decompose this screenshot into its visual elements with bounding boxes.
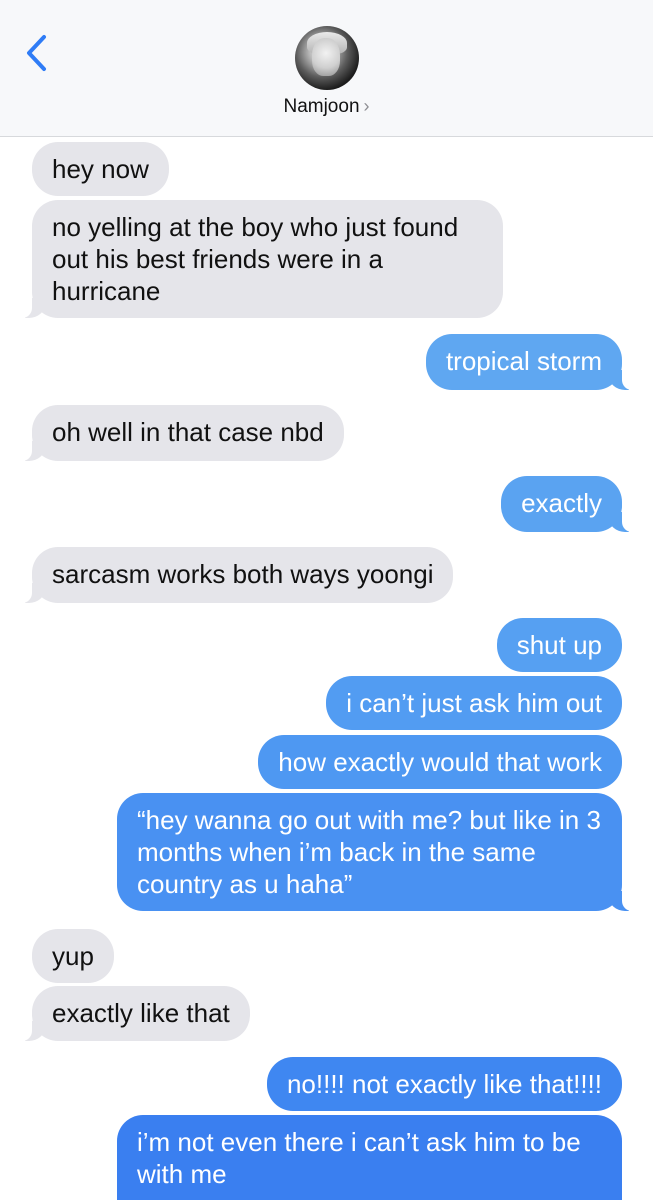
- message-text: i’m not even there i can’t ask him to be…: [137, 1127, 581, 1189]
- message-text: no!!!! not exactly like that!!!!: [286, 1069, 602, 1099]
- message-bubble-outgoing[interactable]: no!!!! not exactly like that!!!!: [266, 1057, 622, 1111]
- message-text: i can’t just ask him out: [346, 688, 602, 718]
- message-text: no yelling at the boy who just found out…: [52, 212, 459, 306]
- message-text: oh well in that case nbd: [52, 417, 324, 447]
- message-bubble-incoming[interactable]: no yelling at the boy who just found out…: [6, 200, 503, 318]
- message-bubble-outgoing[interactable]: i’m not even there i can’t ask him to be…: [117, 1115, 622, 1200]
- message-text: yup: [52, 941, 94, 971]
- message-bubble-incoming[interactable]: sarcasm works both ways yoongi: [5, 547, 454, 603]
- message-text: exactly: [521, 488, 602, 518]
- message-text: “hey wanna go out with me? but like in 3…: [137, 805, 601, 899]
- chevron-left-icon: [27, 35, 46, 71]
- message-text: how exactly would that work: [278, 747, 602, 777]
- contact-avatar[interactable]: [295, 26, 359, 90]
- message-text: sarcasm works both ways yoongi: [52, 559, 434, 589]
- message-bubble-outgoing[interactable]: tropical storm: [425, 334, 649, 390]
- message-text: exactly like that: [52, 998, 230, 1028]
- contact-name-button[interactable]: Namjoon ›: [0, 96, 653, 118]
- message-bubble-outgoing[interactable]: i can’t just ask him out: [326, 676, 622, 730]
- message-bubble-outgoing[interactable]: “hey wanna go out with me? but like in 3…: [117, 793, 648, 911]
- message-text: shut up: [516, 630, 602, 660]
- message-text: tropical storm: [445, 346, 602, 376]
- conversation-header: Namjoon ›: [0, 0, 653, 137]
- message-bubble-outgoing[interactable]: exactly: [501, 476, 648, 532]
- message-bubble-incoming[interactable]: exactly like that: [6, 986, 250, 1041]
- message-bubble-outgoing[interactable]: shut up: [496, 618, 622, 672]
- avatar-face: [312, 38, 340, 76]
- contact-name: Namjoon: [283, 96, 360, 117]
- chevron-right-icon: ›: [363, 96, 370, 116]
- back-button[interactable]: [22, 33, 52, 73]
- message-text: hey now: [52, 154, 149, 184]
- message-bubble-incoming[interactable]: hey now: [32, 142, 169, 196]
- message-bubble-incoming[interactable]: yup: [32, 929, 114, 983]
- message-bubble-incoming[interactable]: oh well in that case nbd: [6, 405, 344, 461]
- message-bubble-outgoing[interactable]: how exactly would that work: [258, 735, 622, 789]
